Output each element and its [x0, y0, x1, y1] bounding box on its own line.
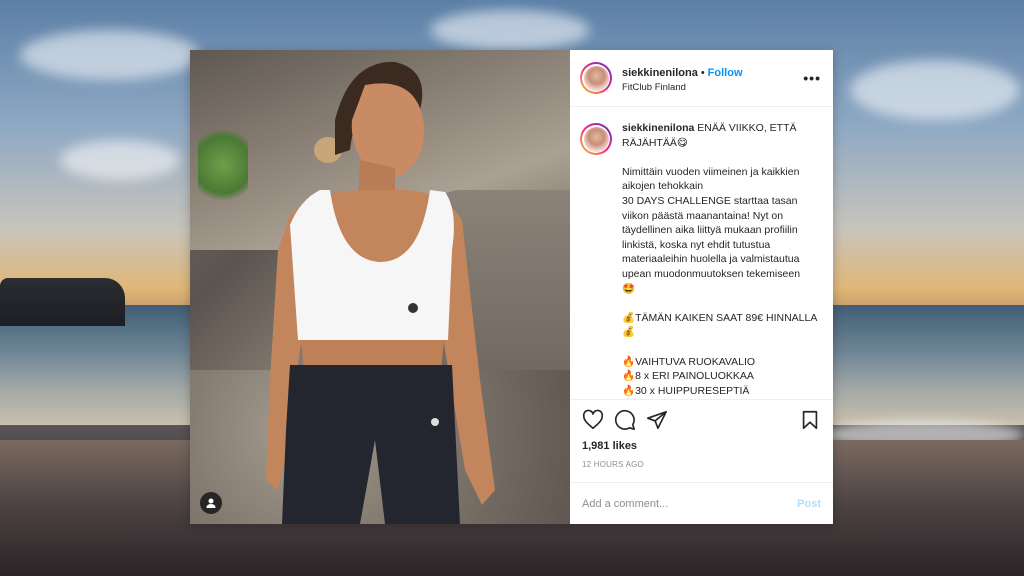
cloud — [20, 30, 200, 80]
caption-body: ENÄÄ VIIKKO, ETTÄ RÄJÄHTÄÄ😋 Nimittäin vu… — [622, 122, 818, 397]
more-options-icon[interactable]: ••• — [803, 70, 821, 86]
username-link[interactable]: siekkinenilona — [622, 67, 698, 79]
comment-input[interactable] — [582, 497, 798, 510]
paper-plane-icon[interactable] — [646, 409, 668, 431]
comment-icon[interactable] — [614, 409, 636, 431]
post-photo[interactable] — [190, 50, 570, 524]
post-header: siekkinenilona • Follow FitClub Finland ••… — [570, 50, 833, 107]
post-comment-button[interactable]: Post — [797, 498, 821, 510]
heart-icon[interactable] — [582, 409, 604, 431]
header-text: siekkinenilona • Follow FitClub Finland — [622, 62, 803, 94]
bookmark-icon[interactable] — [799, 409, 821, 431]
cloud — [430, 10, 590, 50]
likes-count[interactable]: 1,981 likes — [582, 440, 821, 452]
caption-avatar[interactable] — [580, 123, 612, 155]
post-sidebar: siekkinenilona • Follow FitClub Finland ••… — [570, 50, 833, 524]
user-tag-icon[interactable] — [200, 492, 222, 514]
separator-dot: • — [700, 67, 705, 80]
comment-box: Post — [570, 482, 833, 524]
caption-text: siekkinenilona ENÄÄ VIIKKO, ETTÄ RÄJÄHTÄ… — [622, 121, 821, 399]
woman-figure — [266, 61, 495, 524]
action-icons — [582, 408, 821, 432]
follow-button[interactable]: Follow — [708, 67, 743, 79]
instagram-post: siekkinenilona • Follow FitClub Finland ••… — [190, 50, 833, 524]
caption-area: siekkinenilona ENÄÄ VIIKKO, ETTÄ RÄJÄHTÄ… — [570, 107, 833, 399]
rock — [0, 278, 125, 326]
avatar[interactable] — [580, 62, 612, 94]
location-link[interactable]: FitClub Finland — [622, 82, 803, 94]
cloud — [60, 140, 180, 180]
post-timestamp[interactable]: 12 HOURS AGO — [582, 460, 821, 469]
cloud — [850, 60, 1020, 120]
caption-username[interactable]: siekkinenilona — [622, 122, 694, 134]
